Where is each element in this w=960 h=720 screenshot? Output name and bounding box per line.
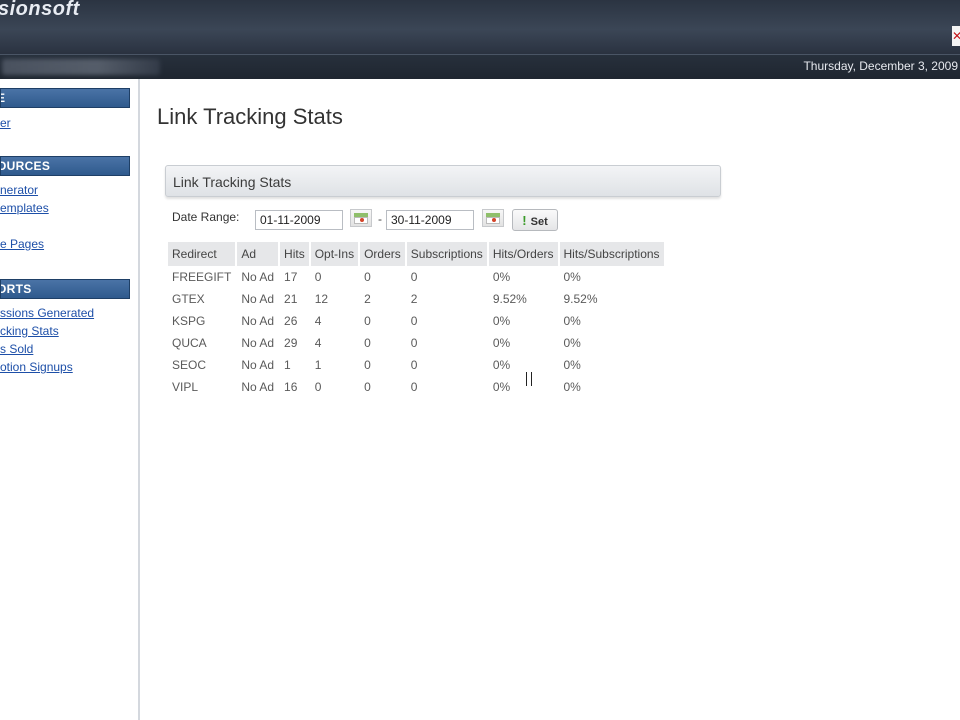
table-cell: 0% xyxy=(492,380,511,394)
table-row: SEOC No Ad 1 1 0 0 0% 0% xyxy=(168,354,664,376)
set-button-label: Set xyxy=(530,215,548,228)
table-cell: 9.52% xyxy=(492,292,527,306)
sidebar-section-header: OURCES xyxy=(0,156,130,176)
table-cell: No Ad xyxy=(241,314,275,328)
current-date: Thursday, December 3, 2009 xyxy=(803,59,958,73)
calendar-icon[interactable] xyxy=(482,209,504,227)
table-cell: KSPG xyxy=(172,314,206,328)
table-cell: 0 xyxy=(364,336,371,350)
text-cursor-icon xyxy=(526,372,532,386)
table-cell: 0% xyxy=(563,336,581,350)
table-cell: 0% xyxy=(563,270,581,284)
table-cell: 2 xyxy=(410,292,418,306)
user-bar: Thursday, December 3, 2009 xyxy=(0,54,960,79)
table-cell: 21 xyxy=(284,292,298,306)
table-cell: 0 xyxy=(410,358,418,372)
set-button[interactable]: ! Set xyxy=(512,209,558,231)
column-header[interactable]: Opt-Ins xyxy=(310,242,359,266)
table-cell: 4 xyxy=(314,336,322,350)
sidebar: E er OURCES nerator emplates e Pages ORT… xyxy=(0,79,140,720)
calendar-icon[interactable] xyxy=(350,209,372,227)
table-cell: GTEX xyxy=(172,292,205,306)
column-header[interactable]: Subscriptions xyxy=(406,242,487,266)
table-cell: VIPL xyxy=(172,380,199,394)
table-row: GTEX No Ad 21 12 2 2 9.52% 9.52% xyxy=(168,288,664,310)
table-cell: 0 xyxy=(364,314,371,328)
sidebar-section-header: E xyxy=(0,88,130,108)
date-range-label: Date Range: xyxy=(172,210,240,224)
table-header-row: Redirect Ad Hits Opt-Ins Orders Subscrip… xyxy=(168,242,664,266)
table-cell: No Ad xyxy=(241,336,275,350)
sidebar-link-ssions-generated[interactable]: ssions Generated xyxy=(0,306,94,320)
table-cell: 0% xyxy=(492,314,511,328)
table-cell: 0 xyxy=(410,314,418,328)
table-row: FREEGIFT No Ad 17 0 0 0 0% 0% xyxy=(168,266,664,288)
table-cell: 0 xyxy=(364,380,371,394)
sidebar-link[interactable]: nerator xyxy=(0,183,38,197)
start-date-input[interactable] xyxy=(255,210,343,230)
close-icon[interactable]: ✕ xyxy=(952,26,960,46)
column-header[interactable]: Hits/Orders xyxy=(488,242,558,266)
table-row: VIPL No Ad 16 0 0 0 0% 0% xyxy=(168,376,664,398)
table-cell: 0% xyxy=(563,380,581,394)
table-cell: 12 xyxy=(314,292,329,306)
column-header[interactable]: Orders xyxy=(360,242,405,266)
table-cell: 0 xyxy=(410,380,418,394)
table-cell: 0 xyxy=(364,358,371,372)
table-cell: 0% xyxy=(492,270,511,284)
sidebar-link-signups[interactable]: otion Signups xyxy=(0,360,73,374)
date-separator: - xyxy=(378,212,382,226)
top-header: sionsoft ✕ xyxy=(0,0,960,54)
blurred-user-info xyxy=(2,59,160,75)
table-cell: 1 xyxy=(314,358,322,372)
logo: sionsoft xyxy=(0,0,80,20)
table-cell: 4 xyxy=(314,314,322,328)
panel-title: Link Tracking Stats xyxy=(173,174,292,190)
table-cell: No Ad xyxy=(241,380,275,394)
link-tracking-table: Redirect Ad Hits Opt-Ins Orders Subscrip… xyxy=(166,242,666,398)
table-cell: 0 xyxy=(410,270,418,284)
table-cell: 0 xyxy=(410,336,418,350)
column-header[interactable]: Redirect xyxy=(168,242,236,266)
column-header[interactable]: Hits/Subscriptions xyxy=(559,242,664,266)
end-date-input[interactable] xyxy=(386,210,474,230)
table-cell: FREEGIFT xyxy=(172,270,232,284)
panel-header: Link Tracking Stats xyxy=(165,165,721,197)
column-header[interactable]: Hits xyxy=(280,242,309,266)
table-cell: 17 xyxy=(284,270,298,284)
table-cell: No Ad xyxy=(241,270,275,284)
table-cell: 0 xyxy=(314,380,322,394)
column-header[interactable]: Ad xyxy=(237,242,279,266)
sidebar-link[interactable]: er xyxy=(0,116,11,130)
table-cell: 0% xyxy=(492,358,511,372)
exclamation-icon: ! xyxy=(522,212,527,228)
table-cell: 0% xyxy=(563,314,581,328)
table-cell: 16 xyxy=(284,380,298,394)
table-cell: No Ad xyxy=(241,358,275,372)
sidebar-link[interactable]: e Pages xyxy=(0,237,44,251)
table-cell: 9.52% xyxy=(563,292,598,306)
table-cell: 0% xyxy=(492,336,511,350)
page-title: Link Tracking Stats xyxy=(157,104,343,129)
table-cell: 0 xyxy=(364,270,371,284)
table-cell: 2 xyxy=(364,292,371,306)
table-cell: 26 xyxy=(284,314,298,328)
table-row: KSPG No Ad 26 4 0 0 0% 0% xyxy=(168,310,664,332)
table-cell: SEOC xyxy=(172,358,207,372)
sidebar-section-header: ORTS xyxy=(0,279,130,299)
table-cell: 0% xyxy=(563,358,581,372)
table-cell: 29 xyxy=(284,336,298,350)
sidebar-link-link-tracking-stats[interactable]: cking Stats xyxy=(0,324,59,338)
sidebar-link[interactable]: emplates xyxy=(0,201,49,215)
table-cell: 0 xyxy=(314,270,322,284)
sidebar-link-sold[interactable]: s Sold xyxy=(0,342,33,356)
table-cell: 1 xyxy=(284,358,291,372)
table-row: QUCA No Ad 29 4 0 0 0% 0% xyxy=(168,332,664,354)
table-cell: QUCA xyxy=(172,336,207,350)
table-cell: No Ad xyxy=(241,292,275,306)
